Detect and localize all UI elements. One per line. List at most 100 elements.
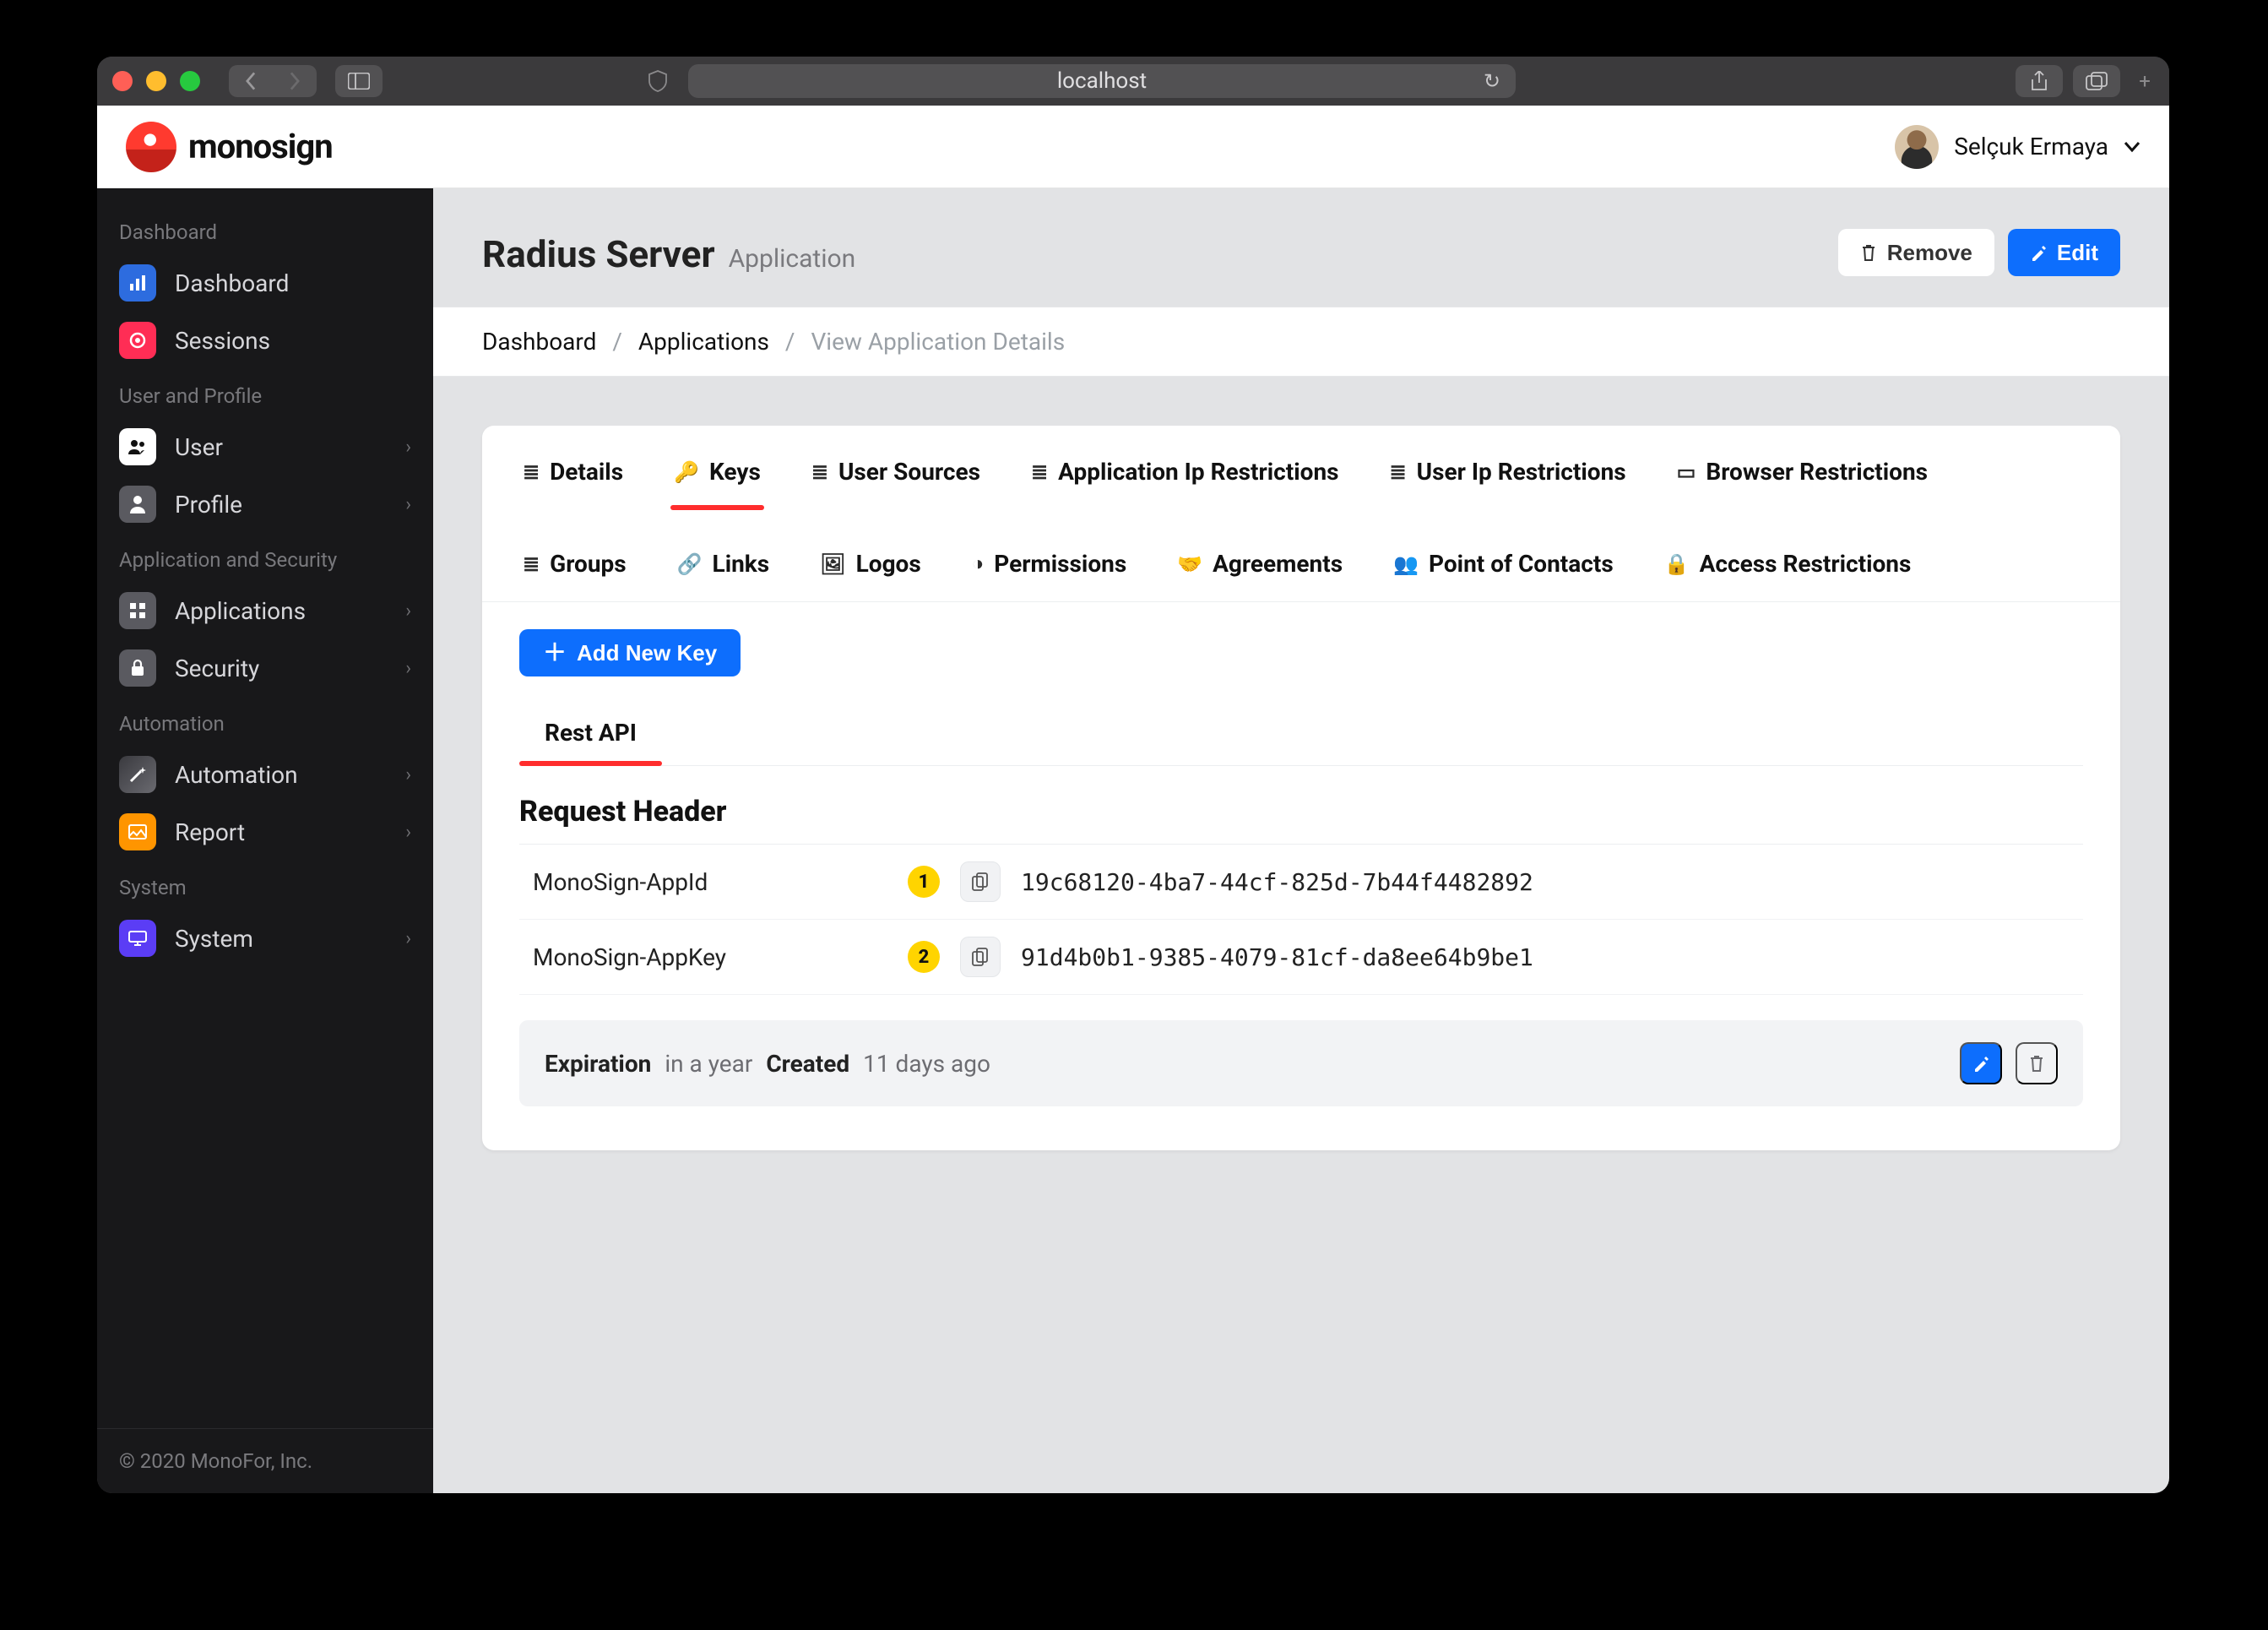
tabs: ≣Details 🔑Keys ≣User Sources ≣Applicatio…	[482, 426, 2120, 602]
link-icon: 🔗	[677, 552, 703, 576]
brand[interactable]: monosign	[126, 122, 333, 172]
sidebar-item-automation[interactable]: Automation ›	[97, 746, 433, 803]
back-button[interactable]	[229, 65, 273, 97]
crumb-dashboard[interactable]: Dashboard	[482, 328, 596, 356]
tab-browser-restrictions[interactable]: ▭Browser Restrictions	[1674, 451, 1931, 509]
window-controls	[112, 71, 200, 91]
table-row: MonoSign-AppKey 2 91d4b0b1-9385-4079-81c…	[519, 920, 2083, 995]
crumb-applications[interactable]: Applications	[638, 328, 769, 356]
page-title: Radius Server Application	[482, 232, 855, 276]
copy-button[interactable]	[960, 861, 1001, 902]
page-title-text: Radius Server	[482, 232, 715, 276]
sidebar-toggle-button[interactable]	[335, 65, 383, 97]
pencil-icon	[1972, 1055, 1989, 1072]
share-button[interactable]	[2016, 65, 2063, 97]
toggle-icon: ◑	[972, 551, 985, 576]
crumb-current: View Application Details	[811, 328, 1065, 356]
page-actions: Remove Edit	[1838, 229, 2120, 276]
address-text: localhost	[1057, 68, 1147, 94]
request-header-table: MonoSign-AppId 1 19c68120-4ba7-44cf-825d…	[519, 844, 2083, 995]
tabs-button[interactable]	[2073, 65, 2120, 97]
list-icon: ≣	[523, 552, 540, 576]
nav-back-forward	[229, 65, 317, 97]
image-icon: 🖼	[820, 552, 845, 576]
person-icon	[119, 486, 156, 523]
chevron-right-icon: ›	[405, 437, 411, 458]
tab-permissions[interactable]: ◑Permissions	[969, 543, 1130, 601]
app-window: monosign Selçuk Ermaya Dashboard Dashboa…	[97, 106, 2169, 1493]
sidebar-item-label: Dashboard	[175, 269, 289, 297]
users-icon	[119, 428, 156, 465]
breadcrumb: Dashboard / Applications / View Applicat…	[433, 307, 2169, 377]
copy-icon	[972, 872, 989, 891]
new-tab-button[interactable]: +	[2132, 68, 2157, 94]
key-icon: 🔑	[674, 460, 699, 484]
sidebar-item-label: System	[175, 925, 253, 953]
sidebar-section-title: Automation	[97, 697, 433, 746]
trash-icon	[2028, 1054, 2045, 1073]
created-value: 11 days ago	[863, 1050, 990, 1078]
address-bar[interactable]: localhost ↻	[688, 64, 1516, 98]
main-card: ≣Details 🔑Keys ≣User Sources ≣Applicatio…	[482, 426, 2120, 1150]
remove-button[interactable]: Remove	[1838, 229, 1994, 276]
delete-key-button[interactable]	[2016, 1042, 2058, 1084]
tab-access-restrictions[interactable]: 🔒Access Restrictions	[1661, 543, 1915, 601]
row-value: 91d4b0b1-9385-4079-81cf-da8ee64b9be1	[1021, 943, 1533, 971]
sidebar-item-label: User	[175, 433, 223, 461]
image-icon	[119, 813, 156, 850]
sidebar-item-sessions[interactable]: Sessions	[97, 312, 433, 369]
tab-links[interactable]: 🔗Links	[674, 543, 773, 601]
sidebar-item-dashboard[interactable]: Dashboard	[97, 254, 433, 312]
forward-button[interactable]	[273, 65, 317, 97]
tab-point-of-contacts[interactable]: 👥Point of Contacts	[1390, 543, 1617, 601]
list-icon: ≣	[523, 460, 540, 484]
tab-app-ip-restrictions[interactable]: ≣Application Ip Restrictions	[1028, 451, 1343, 509]
created-label: Created	[766, 1050, 849, 1078]
tab-details[interactable]: ≣Details	[519, 451, 627, 509]
sidebar-item-report[interactable]: Report ›	[97, 803, 433, 861]
tab-user-sources[interactable]: ≣User Sources	[808, 451, 984, 509]
chevron-right-icon: ›	[405, 764, 411, 785]
sub-tabs: Rest API	[519, 700, 2083, 766]
tab-keys[interactable]: 🔑Keys	[670, 451, 764, 509]
page-header: Radius Server Application Remove	[433, 188, 2169, 307]
window-zoom-button[interactable]	[180, 71, 200, 91]
chevron-right-icon: ›	[405, 822, 411, 843]
expiration-value: in a year	[665, 1050, 752, 1078]
sidebar-item-security[interactable]: Security ›	[97, 639, 433, 697]
sidebar-item-applications[interactable]: Applications ›	[97, 582, 433, 639]
list-icon: ≣	[1031, 460, 1048, 484]
tab-agreements[interactable]: 🤝Agreements	[1174, 543, 1346, 601]
sidebar-item-system[interactable]: System ›	[97, 910, 433, 967]
sidebar-item-profile[interactable]: Profile ›	[97, 475, 433, 533]
expiration-label: Expiration	[545, 1050, 651, 1078]
target-icon	[119, 322, 156, 359]
section-title: Request Header	[519, 795, 2083, 829]
copy-button[interactable]	[960, 937, 1001, 977]
trash-icon	[1860, 243, 1877, 262]
privacy-shield-icon[interactable]	[638, 65, 678, 97]
grid-icon	[119, 592, 156, 629]
add-new-key-button[interactable]: ＋ Add New Key	[519, 629, 741, 676]
edit-key-button[interactable]	[1960, 1042, 2002, 1084]
chevron-down-icon	[2124, 141, 2140, 153]
chevron-right-icon: ›	[405, 928, 411, 949]
user-name: Selçuk Ermaya	[1954, 133, 2108, 160]
tab-groups[interactable]: ≣Groups	[519, 543, 630, 601]
remove-label: Remove	[1887, 240, 1972, 266]
tab-user-ip-restrictions[interactable]: ≣User Ip Restrictions	[1386, 451, 1630, 509]
user-menu[interactable]: Selçuk Ermaya	[1895, 125, 2140, 169]
edit-button[interactable]: Edit	[2008, 229, 2120, 276]
sidebar-section-title: System	[97, 861, 433, 910]
window-minimize-button[interactable]	[146, 71, 166, 91]
tab-logos[interactable]: 🖼Logos	[817, 543, 925, 601]
sidebar-item-user[interactable]: User ›	[97, 418, 433, 475]
row-value: 19c68120-4ba7-44cf-825d-7b44f4482892	[1021, 868, 1533, 896]
window-icon: ▭	[1677, 460, 1696, 484]
subtab-rest-api[interactable]: Rest API	[519, 700, 662, 765]
chart-icon	[119, 264, 156, 302]
reload-icon[interactable]: ↻	[1484, 69, 1500, 93]
page-subtitle: Application	[729, 244, 856, 274]
brand-logo-icon	[126, 122, 176, 172]
window-close-button[interactable]	[112, 71, 133, 91]
